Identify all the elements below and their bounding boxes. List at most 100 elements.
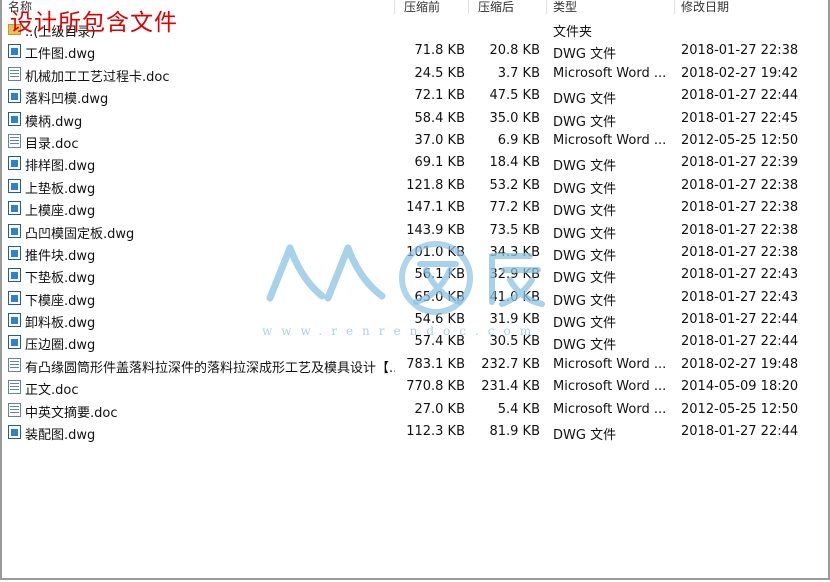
file-name: 工件图.dwg <box>25 47 96 63</box>
file-list: ..(上级目录) 文件夹 工件图.dwg 71.8 KB 20.8 KB DWG 文件 20… <box>2 18 828 443</box>
file-row[interactable]: 模柄.dwg 58.4 KB 35.0 KB DWG 文件 2018-01-27 22:… <box>2 108 828 130</box>
file-size-before: 770.8 KB <box>406 379 465 395</box>
file-size-after: 5.4 KB <box>497 401 540 417</box>
file-type: DWG 文件 <box>553 248 617 264</box>
column-header-after[interactable]: 压缩后 <box>478 0 514 15</box>
file-size-before: 24.5 KB <box>414 65 465 81</box>
file-size-after: 47.5 KB <box>489 88 540 104</box>
file-size-after: 32.9 KB <box>489 267 540 283</box>
file-name: 卸料板.dwg <box>25 316 96 332</box>
file-size-after: 81.9 KB <box>489 424 540 440</box>
file-type: DWG 文件 <box>553 159 617 175</box>
file-size-before: 112.3 KB <box>406 424 465 440</box>
file-size-after: 35.0 KB <box>489 110 540 126</box>
file-row[interactable]: 推件块.dwg 101.0 KB 34.3 KB DWG 文件 2018-01-27 2… <box>2 242 828 264</box>
file-name: 下模座.dwg <box>25 293 96 309</box>
file-row[interactable]: 下模座.dwg 65.0 KB 41.0 KB DWG 文件 2018-01-27 22… <box>2 287 828 309</box>
file-type: Microsoft Word ... <box>553 65 667 81</box>
file-row[interactable]: 有凸缘圆筒形件盖落料拉深件的落料拉深成形工艺及模具设计【... 783.1 KB 2… <box>2 354 828 376</box>
dwg-file-icon <box>8 268 21 283</box>
file-row[interactable]: 正文.doc 770.8 KB 231.4 KB Microsoft Word ...… <box>2 376 828 398</box>
column-divider[interactable] <box>468 0 469 14</box>
file-modified-date: 2018-02-27 19:48 <box>681 356 799 372</box>
file-name: 上垫板.dwg <box>25 181 96 197</box>
file-size-before: 27.0 KB <box>414 401 465 417</box>
file-modified-date: 2018-01-27 22:38 <box>681 222 799 238</box>
file-type: DWG 文件 <box>553 92 617 108</box>
file-size-after: 41.0 KB <box>489 289 540 305</box>
column-divider[interactable] <box>674 0 675 14</box>
dwg-file-icon <box>8 201 21 216</box>
file-modified-date: 2018-01-27 22:43 <box>681 267 799 283</box>
file-name: 下垫板.dwg <box>25 271 96 287</box>
file-modified-date: 2018-01-27 22:44 <box>681 424 799 440</box>
dwg-file-icon <box>8 223 21 238</box>
file-size-before: 56.1 KB <box>414 267 465 283</box>
file-size-after: 31.9 KB <box>489 312 540 328</box>
file-name: 压边圈.dwg <box>25 338 96 354</box>
file-modified-date: 2014-05-09 18:20 <box>681 379 799 395</box>
file-type: DWG 文件 <box>553 293 617 309</box>
file-size-before: 37.0 KB <box>414 132 465 148</box>
file-row[interactable]: 工件图.dwg 71.8 KB 20.8 KB DWG 文件 2018-01-27 22… <box>2 40 828 62</box>
file-size-before: 143.9 KB <box>406 222 465 238</box>
file-size-before: 58.4 KB <box>414 110 465 126</box>
file-type: DWG 文件 <box>553 204 617 220</box>
file-row[interactable]: 装配图.dwg 112.3 KB 81.9 KB DWG 文件 2018-01-27 2… <box>2 421 828 443</box>
file-type: DWG 文件 <box>553 271 617 287</box>
file-row[interactable]: 压边圈.dwg 57.4 KB 30.5 KB DWG 文件 2018-01-27 22… <box>2 331 828 353</box>
file-size-after: 20.8 KB <box>489 43 540 59</box>
file-list-window: 名称 压缩前 压缩后 类型 修改日期 设计所包含文件 ..(上级目录) 文件夹 工件… <box>0 0 830 580</box>
word-file-icon <box>8 357 21 372</box>
file-size-before: 121.8 KB <box>406 177 465 193</box>
file-modified-date: 2018-01-27 22:39 <box>681 155 799 171</box>
column-divider[interactable] <box>546 0 547 14</box>
file-row[interactable]: 落料凹模.dwg 72.1 KB 47.5 KB DWG 文件 2018-01-27 2… <box>2 85 828 107</box>
file-modified-date: 2018-02-27 19:42 <box>681 65 799 81</box>
dwg-file-icon <box>8 178 21 193</box>
file-size-after: 18.4 KB <box>489 155 540 171</box>
column-header-before[interactable]: 压缩前 <box>404 0 440 15</box>
file-row[interactable]: 下垫板.dwg 56.1 KB 32.9 KB DWG 文件 2018-01-27 22… <box>2 264 828 286</box>
file-name: 排样图.dwg <box>25 159 96 175</box>
file-type: DWG 文件 <box>553 226 617 242</box>
file-size-before: 71.8 KB <box>414 43 465 59</box>
file-size-before: 72.1 KB <box>414 88 465 104</box>
word-file-icon <box>8 380 21 395</box>
file-name: 上模座.dwg <box>25 204 96 220</box>
file-type: DWG 文件 <box>553 47 617 63</box>
file-modified-date: 2018-01-27 22:38 <box>681 43 799 59</box>
file-name: 装配图.dwg <box>25 428 96 444</box>
file-row[interactable]: 目录.doc 37.0 KB 6.9 KB Microsoft Word ... 201… <box>2 130 828 152</box>
file-row[interactable]: 上模座.dwg 147.1 KB 77.2 KB DWG 文件 2018-01-27 2… <box>2 197 828 219</box>
column-header-type[interactable]: 类型 <box>553 0 577 15</box>
file-row[interactable]: 排样图.dwg 69.1 KB 18.4 KB DWG 文件 2018-01-27 22… <box>2 152 828 174</box>
file-row[interactable]: 中英文摘要.doc 27.0 KB 5.4 KB Microsoft Word ...… <box>2 399 828 421</box>
file-name: 正文.doc <box>25 383 79 399</box>
dwg-file-icon <box>8 425 21 440</box>
dwg-file-icon <box>8 290 21 305</box>
file-row[interactable]: 上垫板.dwg 121.8 KB 53.2 KB DWG 文件 2018-01-27 2… <box>2 175 828 197</box>
file-row[interactable]: 凸凹模固定板.dwg 143.9 KB 73.5 KB DWG 文件 2018-01-2… <box>2 220 828 242</box>
overlay-title: 设计所包含文件 <box>10 10 178 36</box>
file-size-after: 53.2 KB <box>489 177 540 193</box>
dwg-file-icon <box>8 89 21 104</box>
file-name: 有凸缘圆筒形件盖落料拉深件的落料拉深成形工艺及模具设计【... <box>25 360 395 376</box>
column-divider[interactable] <box>394 0 395 14</box>
dwg-file-icon <box>8 111 21 126</box>
file-row[interactable]: 卸料板.dwg 54.6 KB 31.9 KB DWG 文件 2018-01-27 22… <box>2 309 828 331</box>
file-modified-date: 2012-05-25 12:50 <box>681 401 799 417</box>
file-type: DWG 文件 <box>553 181 617 197</box>
column-header-modified[interactable]: 修改日期 <box>681 0 729 15</box>
file-size-before: 65.0 KB <box>414 289 465 305</box>
word-file-icon <box>8 66 21 81</box>
file-size-after: 231.4 KB <box>481 379 540 395</box>
file-row[interactable]: 机械加工工艺过程卡.doc 24.5 KB 3.7 KB Microsoft Word… <box>2 63 828 85</box>
file-type: DWG 文件 <box>553 428 617 444</box>
file-modified-date: 2018-01-27 22:38 <box>681 244 799 260</box>
word-file-icon <box>8 402 21 417</box>
file-size-before: 101.0 KB <box>406 244 465 260</box>
file-size-before: 57.4 KB <box>414 334 465 350</box>
file-size-after: 73.5 KB <box>489 222 540 238</box>
file-type: 文件夹 <box>553 25 593 40</box>
